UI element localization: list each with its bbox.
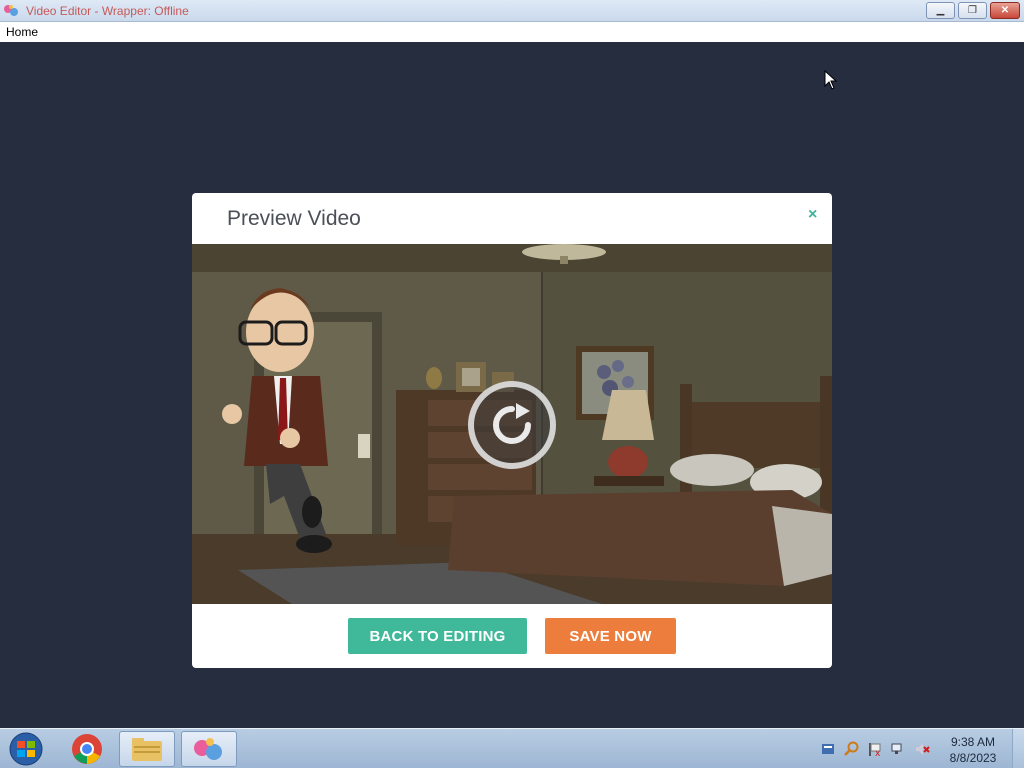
taskbar-clock[interactable]: 9:38 AM 8/8/2023 xyxy=(940,734,1006,766)
back-to-editing-button[interactable]: BACK TO EDITING xyxy=(348,618,527,654)
save-now-button[interactable]: SAVE NOW xyxy=(545,618,676,654)
action-center-icon[interactable] xyxy=(820,741,836,757)
show-desktop-button[interactable] xyxy=(1012,729,1024,768)
chrome-icon xyxy=(72,734,102,764)
title-bar: Video Editor - Wrapper: Offline ▁ ❐ ✕ xyxy=(0,0,1024,22)
restore-button[interactable]: ❐ xyxy=(958,2,987,19)
minimize-button[interactable]: ▁ xyxy=(926,2,955,19)
search-icon[interactable] xyxy=(843,741,859,757)
svg-text:x: x xyxy=(875,749,881,757)
wrapper-app-icon xyxy=(4,5,18,16)
close-window-button[interactable]: ✕ xyxy=(990,2,1020,19)
replay-icon xyxy=(493,403,531,444)
dialog-footer: BACK TO EDITING SAVE NOW xyxy=(192,604,832,668)
wrapper-app-icon xyxy=(194,738,222,760)
dialog-title: Preview Video xyxy=(227,207,361,230)
taskbar: x 9:38 AM 8/8/2023 xyxy=(0,728,1024,768)
dialog-close-button[interactable]: × xyxy=(808,206,817,224)
preview-video-dialog: Preview Video × BACK TO EDITING SAVE NOW xyxy=(192,193,832,668)
start-orb-icon[interactable] xyxy=(4,731,48,767)
minimize-icon: ▁ xyxy=(936,5,945,16)
mouse-cursor-icon xyxy=(824,70,838,90)
file-explorer-icon xyxy=(132,738,162,761)
network-icon[interactable] xyxy=(890,741,906,757)
clock-date: 8/8/2023 xyxy=(949,751,997,765)
close-icon: ✕ xyxy=(1000,5,1010,16)
menu-bar: Home xyxy=(0,22,1024,42)
flag-icon[interactable]: x xyxy=(867,741,883,757)
taskbar-wrapper-app[interactable] xyxy=(181,731,237,767)
video-preview[interactable] xyxy=(192,244,832,604)
restore-icon: ❐ xyxy=(968,5,977,16)
clock-time: 9:38 AM xyxy=(950,735,996,749)
menu-item-home[interactable]: Home xyxy=(6,25,38,39)
replay-button[interactable] xyxy=(468,381,556,469)
taskbar-chrome[interactable] xyxy=(59,731,115,767)
dialog-header: Preview Video × xyxy=(192,193,832,244)
volume-muted-icon[interactable] xyxy=(914,741,930,757)
window-title: Video Editor - Wrapper: Offline xyxy=(26,4,189,18)
taskbar-file-explorer[interactable] xyxy=(119,731,175,767)
